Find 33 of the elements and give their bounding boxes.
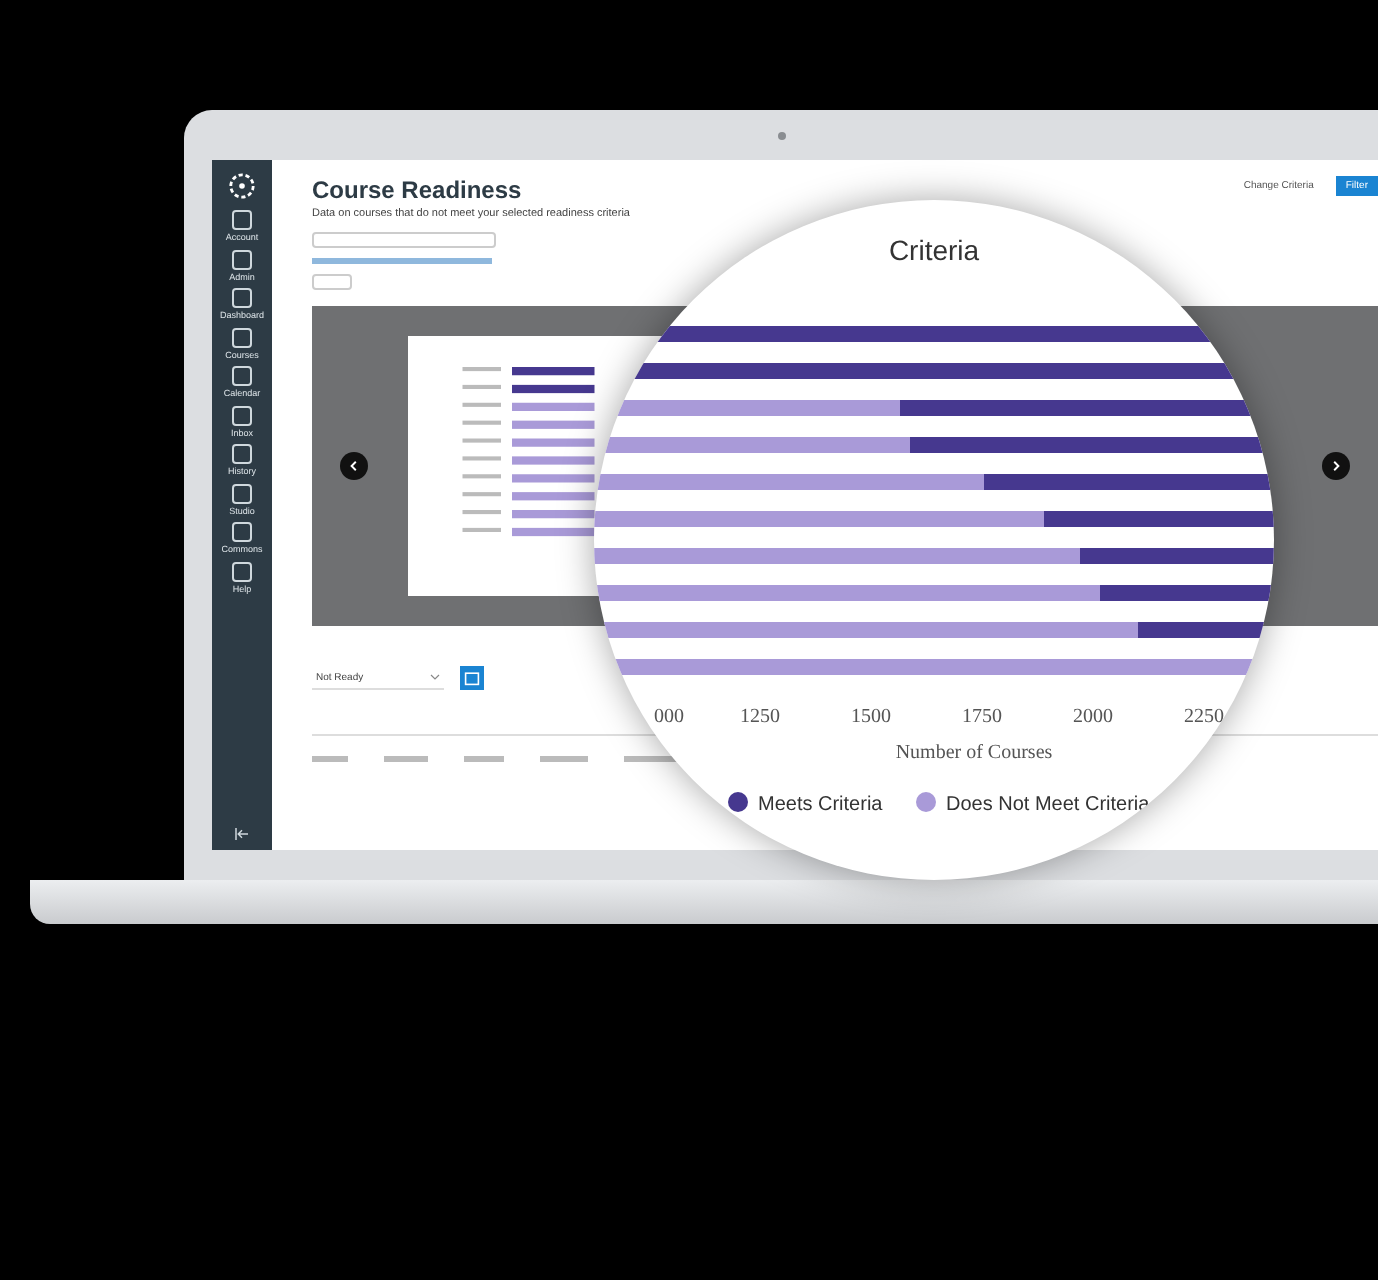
calendar-button[interactable] <box>460 666 484 690</box>
axis-tick-label: 1750 <box>962 706 1002 728</box>
axis-tick-label: 1250 <box>740 706 780 728</box>
collapse-icon[interactable] <box>234 828 250 840</box>
bar <box>512 384 595 394</box>
bar <box>512 420 595 429</box>
axis-tick-label: 1500 <box>851 706 891 728</box>
label-line <box>462 420 501 425</box>
chart-title: Criteria <box>888 234 980 266</box>
axis-tick-label: 2000 <box>1073 706 1113 728</box>
camera-dot <box>777 131 785 139</box>
label-line <box>462 527 501 532</box>
previous-button[interactable] <box>340 452 368 480</box>
axis-tick-label: 2250 <box>1184 706 1224 728</box>
chevron-right-icon <box>1330 460 1342 472</box>
label-line <box>462 384 501 389</box>
caret-icon <box>430 674 440 680</box>
label-line <box>462 367 501 372</box>
axis-tick-label: 000 <box>654 706 684 728</box>
label-line <box>462 492 501 497</box>
label-line <box>462 474 501 479</box>
label-line <box>462 402 501 407</box>
axis-title: Number of Courses <box>895 742 1053 764</box>
next-button[interactable] <box>1322 452 1350 480</box>
logo-icon <box>228 172 256 200</box>
label-line <box>462 510 501 515</box>
label-line <box>462 456 501 461</box>
bar <box>512 456 595 465</box>
chevron-left-icon <box>348 460 360 472</box>
label-line <box>462 438 501 443</box>
page-title: Course Readiness <box>312 176 524 204</box>
calendar-icon <box>464 670 480 686</box>
legend-label: Meets Criteria <box>758 794 883 816</box>
